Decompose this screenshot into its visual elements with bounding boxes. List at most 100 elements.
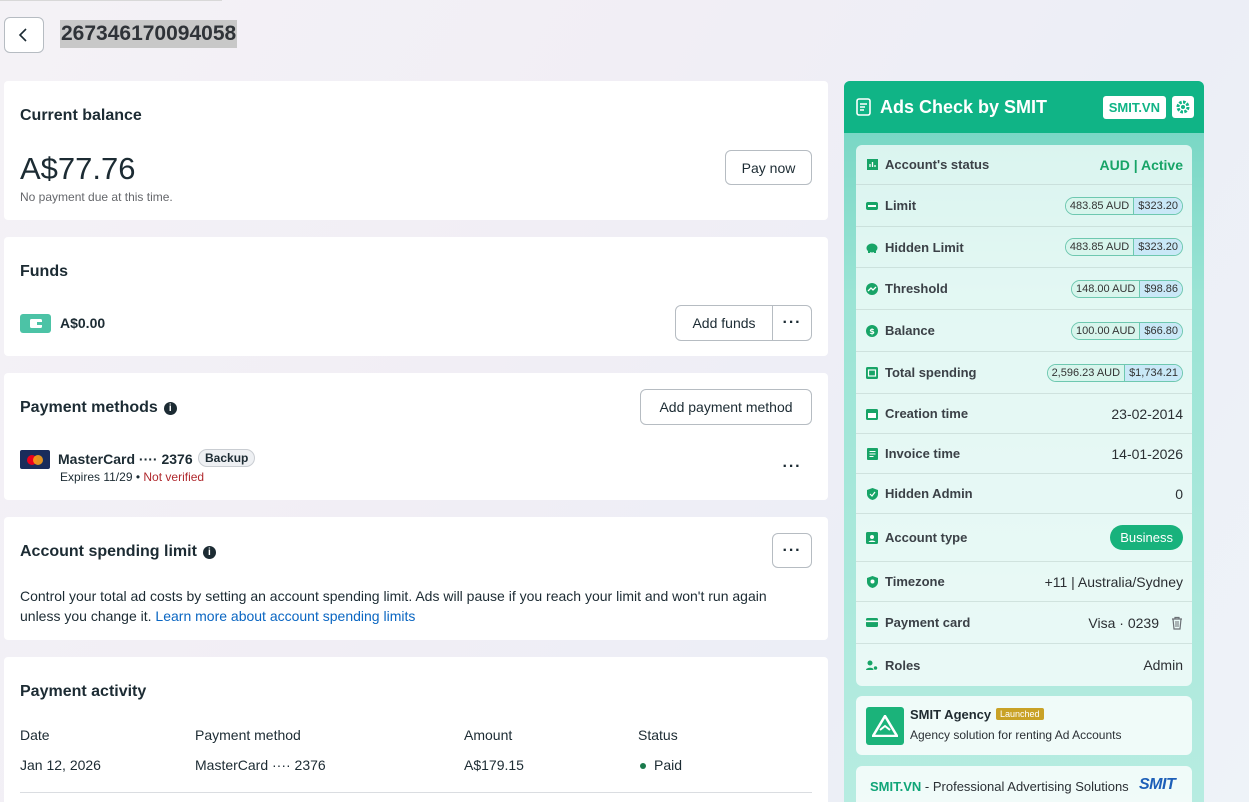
status-value: AUD | Active [1099,156,1183,173]
row-label: Account type [885,530,968,545]
invoice-icon [866,447,878,460]
column-header-method: Payment method [195,727,301,743]
row-label: Roles [885,657,921,673]
row-value: 23-02-2014 [1111,405,1183,422]
row-hidden-limit: Hidden Limit 483.85 AUD $323.20 [856,227,1192,268]
add-payment-method-button[interactable]: Add payment method [640,389,812,425]
usd-value: $98.86 [1139,280,1182,297]
payment-activity-card: Payment activity Date Payment method Amo… [4,657,828,802]
settings-button[interactable] [1172,96,1194,118]
mastercard-icon [20,450,50,469]
row-value: 14-01-2026 [1111,445,1183,462]
meta-separator: • [135,470,141,484]
info-icon[interactable]: i [163,402,177,415]
aud-value: 148.00 AUD [1072,280,1140,297]
card-title: Payment methods [20,399,158,416]
row-account-status: Account's status AUD | Active [856,145,1192,185]
payment-method-more-button[interactable]: ··· [772,449,812,485]
panel-header: Ads Check by SMIT SMIT.VN [844,81,1204,133]
report-icon [856,98,871,116]
calendar-icon [866,408,878,420]
card-title: Payment activity [20,683,147,700]
row-label: Total spending [885,365,977,380]
funds-more-button[interactable]: ··· [772,305,812,341]
card-expiry: Expires 11/29 [60,470,133,484]
chevron-left-icon [18,28,27,42]
row-label: Creation time [885,406,969,421]
total-spending-pill: 2,596.23 AUD $1,734.21 [1046,363,1183,382]
piggy-bank-icon [866,241,878,253]
account-type-badge: Business [1110,525,1183,550]
row-label: Hidden Limit [885,239,964,255]
row-label: Threshold [885,281,948,296]
timezone-shield-icon [866,575,878,588]
row-balance: $ Balance 100.00 AUD $66.80 [856,310,1192,352]
status-dot [640,763,646,769]
shield-icon [866,487,878,500]
column-header-amount: Amount [464,727,513,743]
verification-status: Not verified [143,470,205,484]
row-method: MasterCard ···· 2376 [195,757,326,773]
page-title: 267346170094058 [60,20,238,48]
trash-icon[interactable] [1171,616,1183,630]
usd-value: $1,734.21 [1124,364,1182,381]
row-limit: Limit 483.85 AUD $323.20 [856,185,1192,227]
backup-badge: Backup [198,449,256,467]
back-button[interactable] [4,17,44,53]
pay-now-button[interactable]: Pay now [725,150,812,185]
add-funds-button[interactable]: Add funds [675,305,773,341]
usd-value: $323.20 [1133,239,1182,255]
funds-card: Funds A$0.00 Add funds ··· [4,237,828,356]
row-value: 0 [1175,485,1183,502]
spending-limit-more-button[interactable]: ··· [772,533,812,568]
row-creation-time: Creation time 23-02-2014 [856,394,1192,434]
svg-text:$: $ [869,327,875,336]
row-label: Invoice time [885,446,961,461]
credit-card-icon [866,617,878,629]
footer-text: SMIT.VN - Professional Advertising Solut… [870,779,1129,794]
card-title: Account spending limit [20,543,197,560]
row-value: +11 | Australia/Sydney [1044,573,1183,590]
aud-value: 483.85 AUD [1065,239,1134,255]
learn-more-link[interactable]: Learn more about account spending limits [155,608,415,624]
funds-amount: A$0.00 [60,315,106,331]
row-label: Limit [885,198,917,213]
card-title-row: Payment methods i [20,399,177,417]
panel-title: Ads Check by SMIT [880,96,1048,117]
user-card-icon [866,531,878,544]
row-label: Balance [885,323,935,338]
row-payment-card: Payment card Visa · 0239 [856,602,1192,644]
smit-logo: SMIT [1139,776,1176,793]
spending-limit-description: Control your total ad costs by setting a… [20,586,810,626]
row-amount: A$179.15 [464,757,524,773]
usd-value: $323.20 [1133,197,1182,214]
row-hidden-admin: Hidden Admin 0 [856,474,1192,514]
ads-check-panel: Ads Check by SMIT SMIT.VN Account's stat… [844,81,1204,802]
column-header-date: Date [20,727,50,743]
info-icon[interactable]: i [202,546,216,559]
current-balance-card: Current balance A$77.76 No payment due a… [4,81,828,220]
card-title-row: Account spending limit i [20,543,216,561]
row-invoice-time: Invoice time 14-01-2026 [856,434,1192,474]
row-label: Timezone [885,574,945,589]
trend-icon [866,282,878,295]
wallet-icon [866,366,878,379]
agency-name: SMIT Agency [910,707,992,722]
limit-icon [866,200,878,212]
table-row[interactable]: Jan 12, 2026 MasterCard ···· 2376 A$179.… [20,753,812,793]
agency-promo[interactable]: SMIT Agency Launched Agency solution for… [856,696,1192,755]
card-meta: Expires 11/29 • Not verified [60,470,204,484]
footer-brand: SMIT.VN [870,779,922,794]
card-title: Current balance [20,107,142,124]
hidden-limit-pill: 483.85 AUD $323.20 [1064,238,1183,256]
threshold-pill: 148.00 AUD $98.86 [1071,279,1183,298]
users-gear-icon [866,659,878,671]
column-header-status: Status [638,727,678,743]
panel-footer[interactable]: SMIT.VN - Professional Advertising Solut… [856,766,1192,802]
smit-badge[interactable]: SMIT.VN [1102,95,1166,119]
row-label: Account's status [885,157,990,172]
limit-pill: 483.85 AUD $323.20 [1064,196,1183,215]
row-timezone: Timezone +11 | Australia/Sydney [856,562,1192,602]
smit-agency-logo-icon [866,707,904,745]
spending-limit-card: Account spending limit i ··· Control your… [4,517,828,640]
